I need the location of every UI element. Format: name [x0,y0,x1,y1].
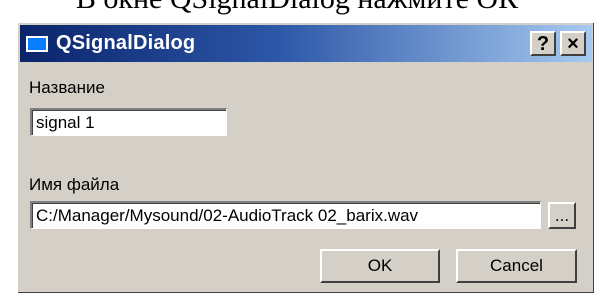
ok-button[interactable]: OK [320,249,440,283]
window-icon [26,35,48,52]
file-name-input[interactable]: C:/Manager/Mysound/02-AudioTrack 02_bari… [30,201,541,229]
name-input[interactable]: signal 1 [30,108,227,136]
document-caption: В окне QSignalDialog нажмите ОК [0,0,594,17]
file-name-label: Имя файла [29,175,120,194]
window-title: QSignalDialog [56,32,196,54]
close-button[interactable]: × [560,31,586,56]
browse-button[interactable]: ... [548,202,576,229]
dialog-window: QSignalDialog ? × Название signal 1 Имя … [16,21,594,293]
title-bar[interactable]: QSignalDialog ? × [20,25,592,62]
cancel-button[interactable]: Cancel [456,249,577,283]
name-label: Название [29,78,105,97]
help-button[interactable]: ? [530,31,556,56]
